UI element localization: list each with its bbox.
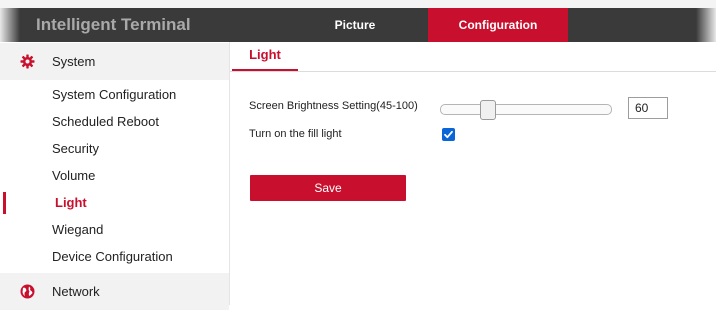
active-indicator bbox=[3, 192, 6, 214]
main-content: Light Screen Brightness Setting(45-100) … bbox=[230, 42, 716, 305]
sidebar-item-label: Security bbox=[52, 141, 99, 156]
globe-icon bbox=[20, 284, 35, 299]
sidebar-item-label: System Configuration bbox=[52, 87, 177, 102]
tab-light[interactable]: Light bbox=[232, 42, 298, 71]
brightness-slider[interactable] bbox=[440, 100, 612, 120]
sidebar-group-system[interactable]: System bbox=[0, 43, 229, 80]
content-tab-bar: Light bbox=[230, 42, 716, 72]
sidebar-item-label: Device Configuration bbox=[52, 249, 173, 264]
app-title: Intelligent Terminal bbox=[36, 15, 191, 34]
app-header: Intelligent Terminal Picture Configurati… bbox=[0, 8, 716, 42]
tab-configuration[interactable]: Configuration bbox=[428, 8, 568, 42]
sidebar-item-light[interactable]: Light bbox=[0, 190, 229, 216]
check-icon bbox=[444, 130, 453, 139]
sidebar-group-label: Network bbox=[52, 284, 100, 299]
sidebar-item-system-configuration[interactable]: System Configuration bbox=[0, 82, 229, 108]
gear-icon bbox=[20, 54, 35, 69]
sidebar-item-label: Light bbox=[55, 195, 87, 210]
brightness-value-input[interactable] bbox=[628, 97, 668, 119]
sidebar-item-security[interactable]: Security bbox=[0, 136, 229, 162]
header-left-edge bbox=[0, 8, 20, 42]
tab-picture[interactable]: Picture bbox=[285, 8, 425, 42]
header-right-edge bbox=[696, 8, 716, 42]
fill-light-label: Turn on the fill light bbox=[249, 128, 342, 140]
sidebar-item-label: Scheduled Reboot bbox=[52, 114, 159, 129]
fill-light-checkbox[interactable] bbox=[442, 128, 455, 141]
save-button[interactable]: Save bbox=[250, 175, 406, 201]
sidebar-item-scheduled-reboot[interactable]: Scheduled Reboot bbox=[0, 109, 229, 135]
sidebar-item-wiegand[interactable]: Wiegand bbox=[0, 217, 229, 243]
slider-thumb[interactable] bbox=[480, 100, 496, 120]
sidebar-item-device-configuration[interactable]: Device Configuration bbox=[0, 244, 229, 270]
sidebar-item-label: Wiegand bbox=[52, 222, 104, 237]
sidebar-group-label: System bbox=[52, 54, 96, 69]
sidebar-group-network[interactable]: Network bbox=[0, 273, 229, 310]
sidebar-item-label: Volume bbox=[52, 168, 96, 183]
top-strip bbox=[0, 0, 716, 8]
brightness-label: Screen Brightness Setting(45-100) bbox=[249, 100, 418, 112]
sidebar-item-volume[interactable]: Volume bbox=[0, 163, 229, 189]
sidebar: System System Configuration Scheduled Re… bbox=[0, 42, 230, 310]
